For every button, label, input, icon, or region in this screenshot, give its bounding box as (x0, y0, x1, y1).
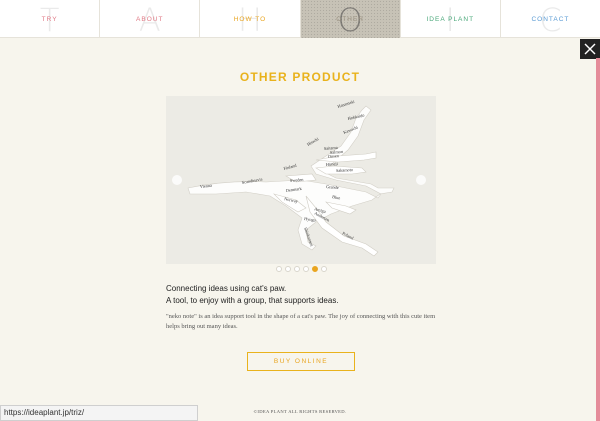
nav-item-about[interactable]: A ABOUT (100, 0, 201, 38)
right-edge-accent (596, 58, 600, 421)
product-description: "neko note" is an idea support tool in t… (166, 313, 436, 330)
browser-status-url: https://ideaplant.jp/triz/ (0, 405, 198, 421)
slider-dot[interactable] (285, 266, 291, 272)
paw-word: Finland (283, 163, 298, 171)
product-image-slider[interactable]: Hanamaki Hokkaido Hitachi Kawachi Saitam… (166, 96, 436, 264)
nav-item-contact[interactable]: C CONTACT (501, 0, 600, 38)
paw-word: Sakamoto (336, 167, 353, 173)
nav-item-other[interactable]: O OTHER (300, 0, 401, 38)
slider-prev-arrow[interactable] (172, 175, 182, 185)
nav-label-about: ABOUT (136, 15, 164, 23)
slider-dots (0, 266, 600, 272)
tagline-line-2: A tool, to enjoy with a group, that supp… (166, 296, 339, 305)
tagline-line-1: Connecting ideas using cat's paw. (166, 284, 287, 293)
slider-dot[interactable] (294, 266, 300, 272)
close-button[interactable] (580, 39, 600, 59)
product-tagline: Connecting ideas using cat's paw. A tool… (166, 283, 446, 307)
slider-dot[interactable] (321, 266, 327, 272)
slider-next-arrow[interactable] (416, 175, 426, 185)
nav-label-how-to: HOW TO (233, 15, 267, 23)
cat-paw-tree-image: Hanamaki Hokkaido Hitachi Kawachi Saitam… (187, 98, 395, 257)
nav-label-other: OTHER (336, 15, 364, 23)
nav-item-idea-plant[interactable]: I IDEA PLANT (401, 0, 501, 38)
slider-dot[interactable] (276, 266, 282, 272)
slider-dot[interactable] (303, 266, 309, 272)
nav-label-idea-plant: IDEA PLANT (426, 15, 475, 23)
slider-dot-active[interactable] (312, 266, 318, 272)
buy-online-button[interactable]: BUY ONLINE (247, 352, 355, 371)
nav-label-try: TRY (41, 15, 58, 23)
nav-label-contact: CONTACT (531, 15, 570, 23)
nav-item-try[interactable]: T TRY (0, 0, 101, 38)
close-x-icon (584, 43, 596, 55)
top-nav: T TRY A ABOUT H HOW TO O OTHER I IDEA PL… (0, 0, 600, 38)
nav-item-how-to[interactable]: H HOW TO (200, 0, 301, 38)
paw-word: Hitachi (306, 136, 320, 147)
paw-word: Hanamaki (337, 98, 356, 108)
section-heading: OTHER PRODUCT (239, 70, 361, 84)
